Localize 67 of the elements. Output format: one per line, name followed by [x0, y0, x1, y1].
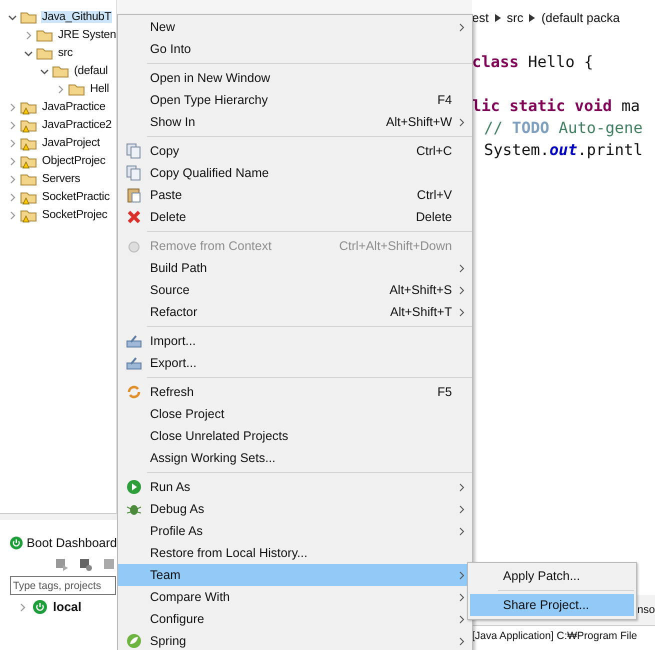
export-icon — [126, 355, 142, 371]
tree-item-label[interactable]: Hell — [89, 83, 110, 95]
code-line: lic static void ma — [472, 96, 641, 117]
tree-item-label[interactable]: JavaPractice — [41, 101, 106, 113]
search-field[interactable]: Type tags, projects — [10, 576, 116, 595]
menu-item[interactable]: Close Project — [118, 403, 472, 425]
menu-item[interactable]: Show In Alt+Shift+W — [118, 111, 472, 133]
menu-item[interactable]: Share Project... — [470, 594, 634, 616]
leaf-icon — [126, 633, 142, 649]
menu-item[interactable]: Delete Delete — [118, 206, 472, 228]
code-line: // TODO Auto-gene — [483, 118, 644, 139]
tree-item-label[interactable]: Java_GithubT — [41, 11, 112, 23]
tree-item-label[interactable]: ObjectProjec — [41, 155, 106, 167]
code-line: class Hello { — [472, 52, 594, 73]
power-icon — [33, 600, 47, 614]
console-tab[interactable]: nso — [637, 604, 655, 616]
menu-item[interactable]: Open in New Window — [118, 67, 472, 89]
menu-item[interactable]: Go Into — [118, 38, 472, 60]
menu-item[interactable]: Copy Qualified Name — [118, 162, 472, 184]
tree-item-label[interactable]: Servers — [41, 173, 82, 185]
tree-item-label[interactable]: JavaProject — [41, 137, 101, 149]
power-icon — [10, 536, 23, 550]
tree-item-label[interactable]: JavaPractice2 — [41, 119, 113, 131]
stop-icon[interactable] — [103, 558, 115, 570]
start-icon[interactable] — [55, 558, 69, 572]
tree-item-label[interactable]: SocketProjec — [41, 209, 108, 221]
tree-item-label[interactable]: JRE Systen — [57, 29, 118, 41]
refresh-icon — [126, 384, 142, 400]
tree-item-label[interactable]: (defaul — [73, 65, 109, 77]
delete-icon — [126, 209, 142, 225]
menu-item[interactable]: Refresh F5 — [118, 381, 472, 403]
copy-icon — [126, 165, 142, 181]
run-icon — [126, 479, 142, 495]
menu-item[interactable]: Open Type Hierarchy F4 — [118, 89, 472, 111]
menu-item[interactable]: Source Alt+Shift+S — [118, 279, 472, 301]
tree-item-label[interactable]: src — [57, 47, 74, 59]
menu-item[interactable]: New — [118, 16, 472, 38]
console-text: [Java Application] C:₩Program File — [472, 629, 638, 642]
breadcrumb-item[interactable]: est — [472, 11, 489, 25]
code-line: System.out.printl — [483, 140, 644, 161]
debug-icon[interactable] — [79, 558, 93, 572]
menu-item[interactable]: Run As — [118, 476, 472, 498]
menu-item[interactable]: Paste Ctrl+V — [118, 184, 472, 206]
menu-item[interactable]: Profile As — [118, 520, 472, 542]
menu-item[interactable]: Debug As — [118, 498, 472, 520]
menu-item[interactable]: Apply Patch... — [470, 565, 634, 587]
paste-icon — [126, 187, 142, 203]
menu-item[interactable]: Copy Ctrl+C — [118, 140, 472, 162]
import-icon — [126, 333, 142, 349]
menu-item[interactable]: Configure — [118, 608, 472, 630]
breadcrumb-arrow-icon — [529, 14, 536, 22]
menu-item[interactable]: Restore from Local History... — [118, 542, 472, 564]
breadcrumb-item[interactable]: (default packa — [541, 11, 620, 25]
menu-item[interactable]: Export... — [118, 352, 472, 374]
tree-item-label[interactable]: local — [53, 600, 82, 614]
breadcrumb-item[interactable]: src — [506, 11, 524, 25]
menu-item[interactable]: Refactor Alt+Shift+T — [118, 301, 472, 323]
breadcrumb-arrow-icon — [494, 14, 501, 22]
panel-title: Boot Dashboard — [26, 536, 117, 550]
tree-item-label[interactable]: SocketPractic — [41, 191, 111, 203]
menu-item[interactable]: Spring — [118, 630, 472, 650]
menu-item[interactable]: Assign Working Sets... — [118, 447, 472, 469]
copy-icon — [126, 143, 142, 159]
menu-item[interactable]: Build Path — [118, 257, 472, 279]
menu-item[interactable]: Compare With — [118, 586, 472, 608]
menu-item[interactable]: Import... — [118, 330, 472, 352]
menu-item[interactable]: Close Unrelated Projects — [118, 425, 472, 447]
